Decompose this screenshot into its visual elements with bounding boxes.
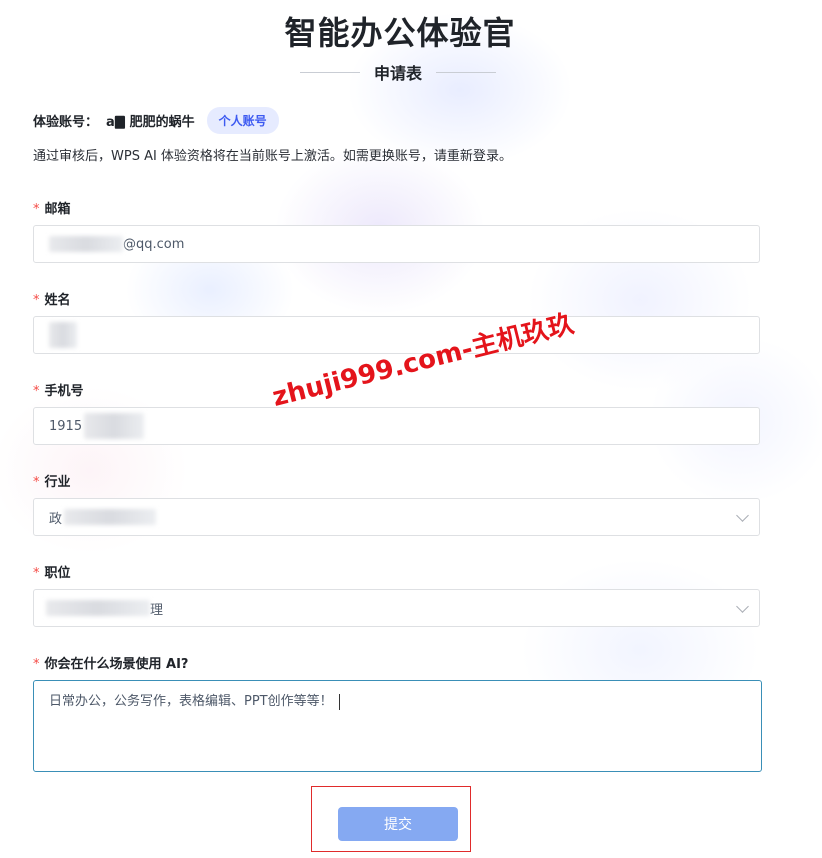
email-label: * 邮箱 — [33, 202, 71, 217]
account-type-badge: 个人账号 — [206, 106, 279, 134]
industry-select[interactable]: 政 — [33, 498, 760, 536]
page-title: 智能办公体验官 — [284, 14, 516, 52]
account-name: a🀫 肥肥的蜗牛 — [106, 114, 195, 130]
redacted-industry — [64, 509, 157, 525]
divider-left — [300, 71, 360, 73]
subtitle-row: 申请表 — [300, 60, 497, 84]
position-label: * 职位 — [33, 566, 71, 581]
chevron-down-icon — [736, 600, 749, 613]
email-value: @qq.com — [123, 236, 185, 252]
position-select[interactable]: 理 — [33, 589, 760, 627]
redacted-email — [49, 236, 123, 252]
page-subtitle: 申请表 — [374, 64, 423, 83]
phone-label: * 手机号 — [33, 384, 84, 399]
industry-value: 政 — [49, 511, 63, 527]
divider-right — [436, 71, 497, 73]
phone-field[interactable]: 1915 — [33, 407, 760, 445]
scenario-value: 日常办公，公务写作，表格编辑、PPT创作等等！ — [49, 694, 333, 709]
industry-label: * 行业 — [33, 475, 71, 490]
required-mark: * — [33, 202, 40, 217]
position-value: 理 — [150, 602, 164, 618]
scenario-label: * 你会在什么场景使用 AI? — [33, 657, 189, 672]
chevron-down-icon — [736, 509, 749, 522]
activation-notice: 通过审核后，WPS AI 体验资格将在当前账号上激活。如需更换账号，请重新登录。 — [33, 149, 512, 164]
redacted-position — [46, 600, 150, 616]
text-cursor — [338, 693, 340, 710]
redacted-name — [49, 322, 77, 348]
account-row: 体验账号： a🀫 肥肥的蜗牛 个人账号 — [33, 106, 279, 134]
account-label: 体验账号： — [33, 114, 99, 130]
email-field[interactable]: @qq.com — [33, 225, 760, 263]
scenario-textarea[interactable]: 日常办公，公务写作，表格编辑、PPT创作等等！ — [33, 680, 762, 772]
submit-button[interactable]: 提交 — [338, 807, 458, 841]
name-label: * 姓名 — [33, 293, 71, 308]
phone-value: 1915 — [49, 418, 83, 434]
redacted-phone — [84, 413, 145, 439]
